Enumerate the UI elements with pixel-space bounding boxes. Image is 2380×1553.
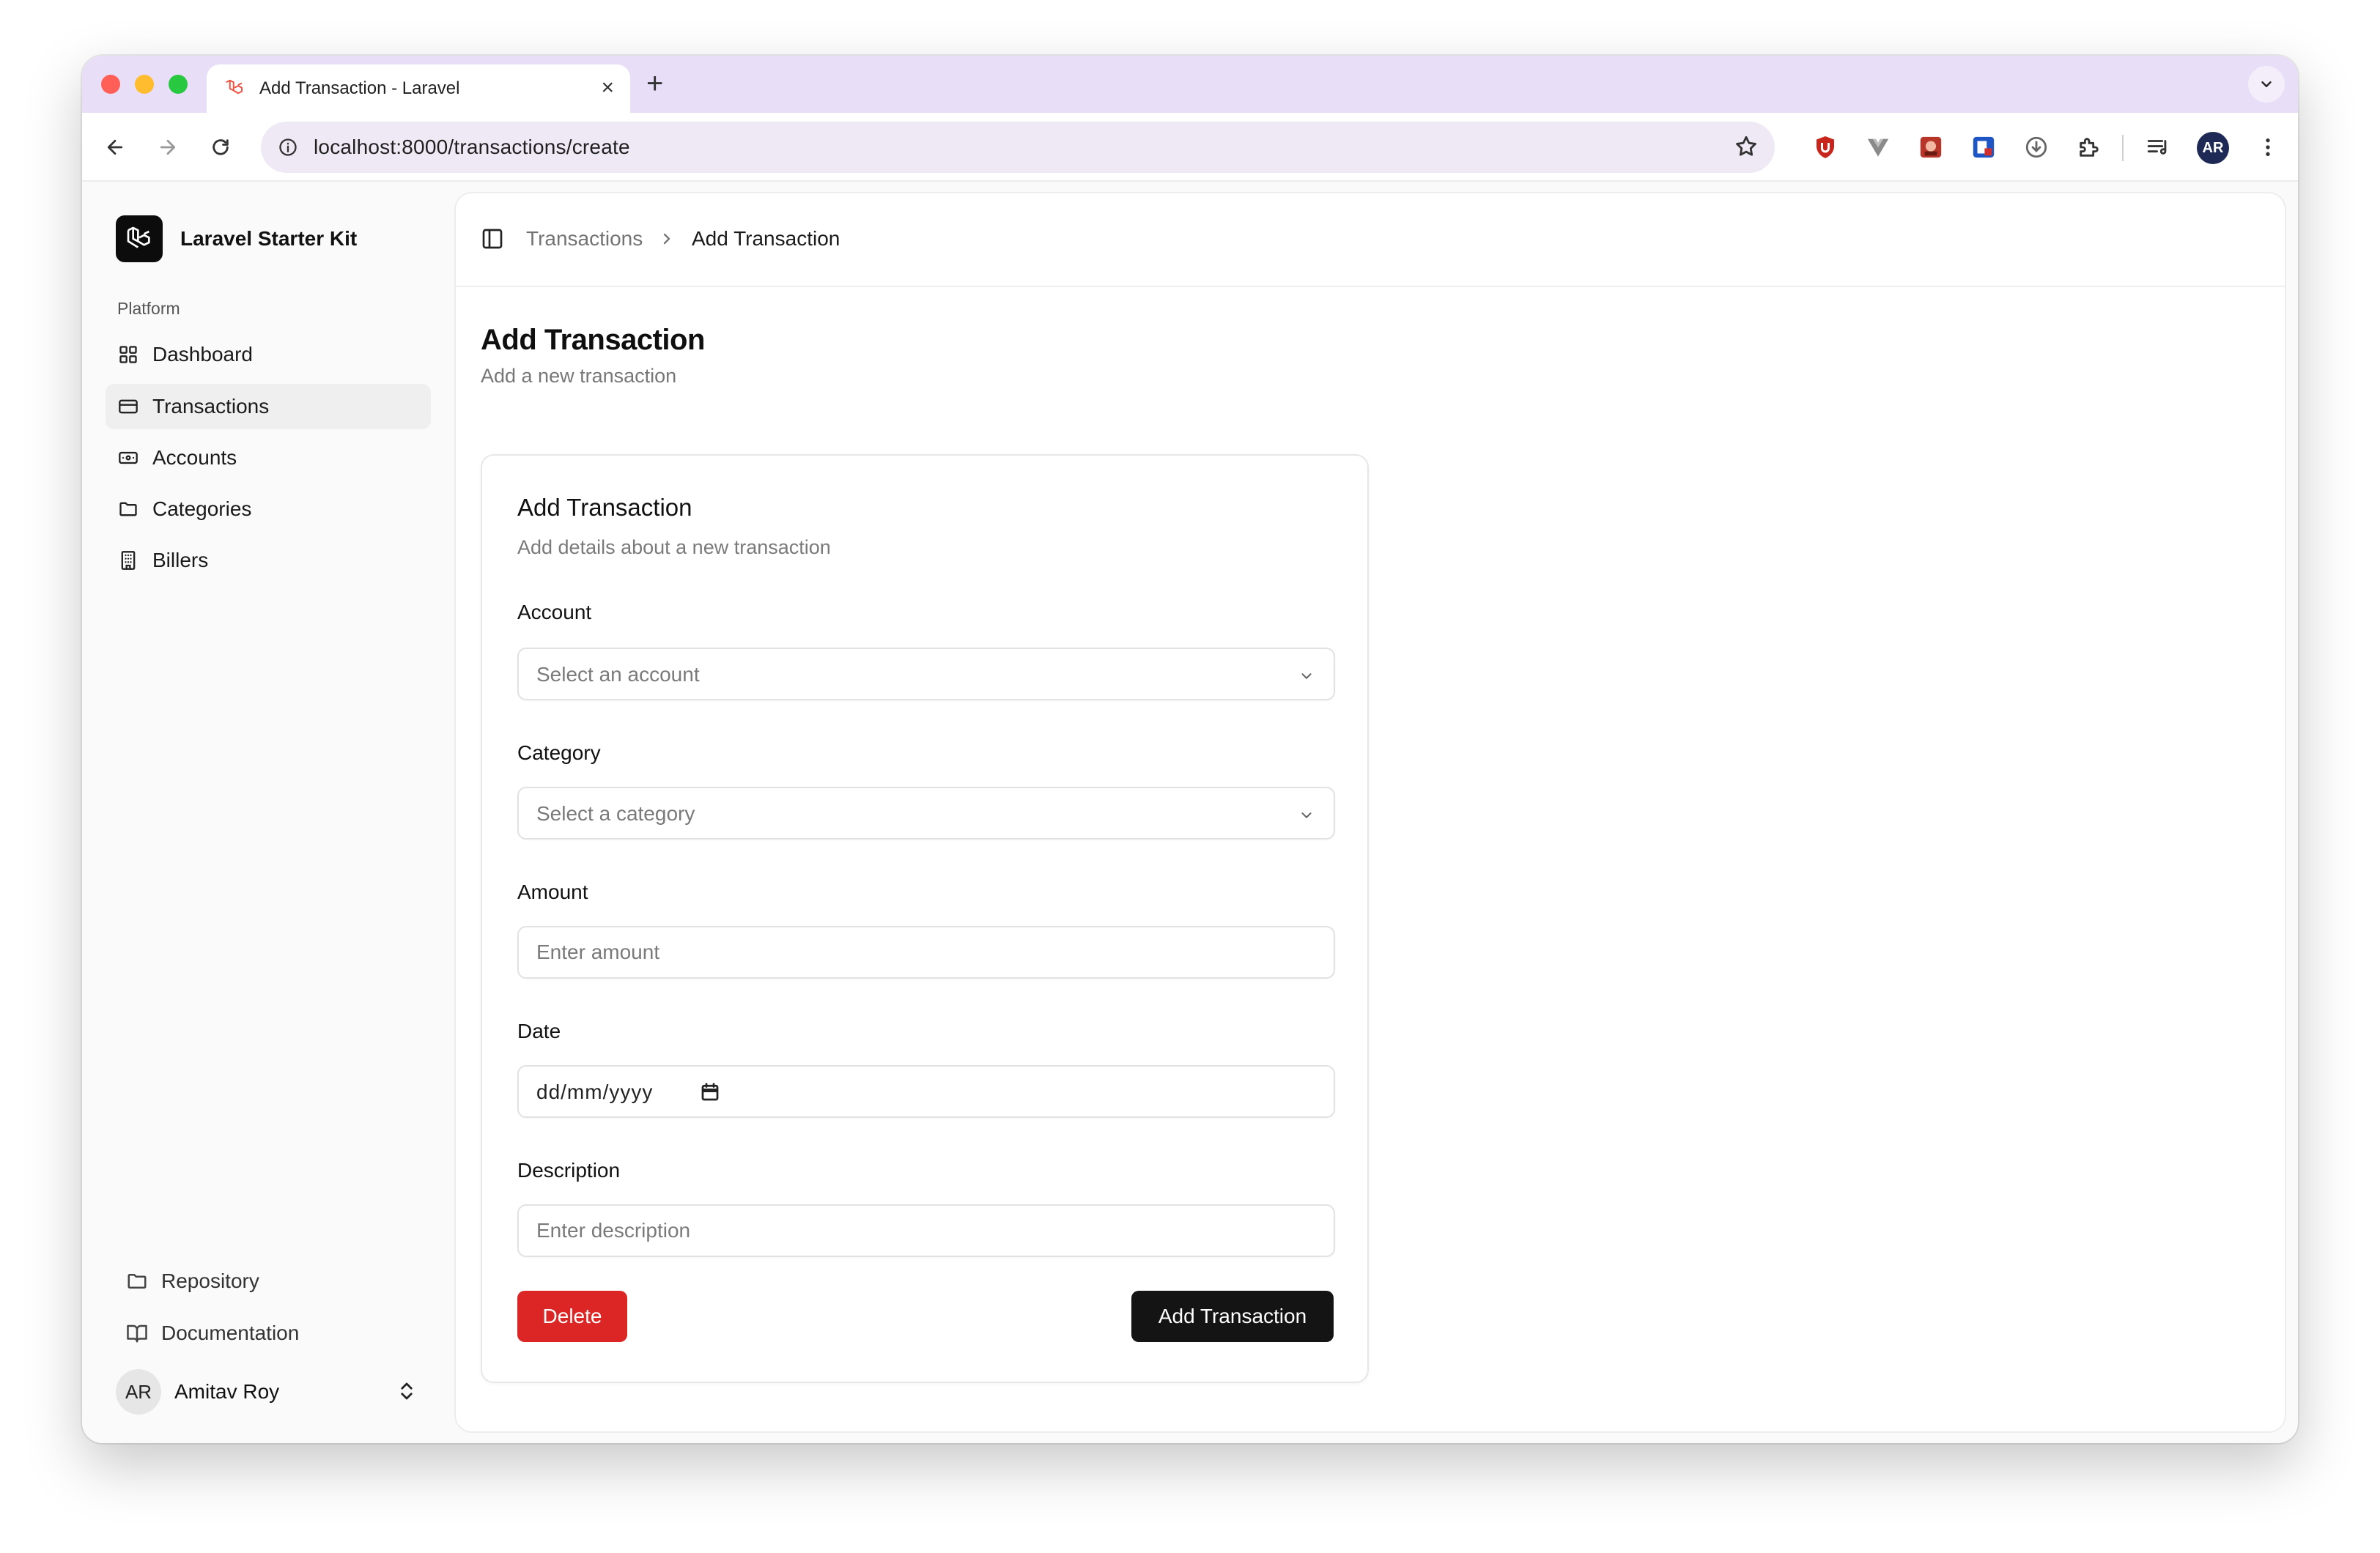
browser-tab[interactable]: Add Transaction - Laravel × — [207, 64, 630, 113]
laravel-logo-icon — [116, 215, 163, 262]
sidebar-toggle-icon[interactable] — [481, 227, 504, 254]
sidebar-link-documentation[interactable]: Documentation — [126, 1315, 299, 1352]
calendar-icon[interactable] — [699, 1081, 721, 1107]
ublock-extension-icon[interactable] — [1810, 132, 1841, 163]
folder-icon — [126, 1270, 148, 1292]
toolbar-separator — [2122, 135, 2124, 161]
section-label-platform: Platform — [117, 299, 180, 318]
sidebar-item-label: Transactions — [152, 395, 270, 418]
description-field[interactable] — [517, 1204, 1335, 1257]
card-title: Add Transaction — [517, 494, 692, 521]
back-button[interactable] — [100, 132, 130, 163]
browser-toolbar: localhost:8000/transactions/create AR — [82, 113, 2298, 182]
amount-field[interactable] — [517, 926, 1335, 979]
breadcrumb-current: Add Transaction — [692, 227, 840, 250]
sidebar-link-repository[interactable]: Repository — [126, 1263, 259, 1300]
book-open-icon — [126, 1322, 148, 1344]
bookmark-star-icon[interactable] — [1734, 134, 1759, 163]
sidebar-item-label: Categories — [152, 497, 252, 520]
breadcrumb-transactions-link[interactable]: Transactions — [526, 227, 643, 251]
tab-close-icon[interactable]: × — [601, 76, 614, 100]
laravel-favicon-icon — [223, 77, 246, 100]
puzzle-extensions-icon[interactable] — [2074, 132, 2104, 163]
card-description: Add details about a new transaction — [517, 536, 831, 558]
chevron-right-icon — [658, 229, 676, 253]
date-input-placeholder: dd/mm/yyyy — [536, 1081, 654, 1103]
chevron-down-icon — [2261, 81, 2272, 87]
tab-title: Add Transaction - Laravel — [259, 78, 460, 98]
credit-card-icon — [117, 396, 139, 418]
account-label: Account — [517, 601, 592, 623]
forward-button[interactable] — [152, 132, 183, 163]
description-input[interactable] — [519, 1206, 1334, 1256]
main-content: Transactions Add Transaction Add Transac… — [456, 193, 2285, 1431]
chevron-down-icon — [1298, 807, 1315, 827]
account-select[interactable]: Select an account — [517, 648, 1335, 700]
sidebar-item-label: Dashboard — [152, 343, 253, 366]
site-info-icon[interactable] — [274, 133, 302, 161]
category-select[interactable]: Select a category — [517, 787, 1335, 839]
reload-button[interactable] — [205, 132, 236, 163]
more-menu-icon[interactable] — [2252, 132, 2283, 163]
arrow-left-icon — [107, 139, 123, 155]
amount-label: Amount — [517, 881, 588, 903]
maximize-window-button[interactable] — [169, 75, 188, 94]
chevrons-up-down-icon — [396, 1380, 418, 1406]
date-label: Date — [517, 1020, 561, 1042]
account-select-placeholder: Select an account — [536, 663, 700, 686]
profile-avatar[interactable]: AR — [2197, 132, 2229, 164]
brand-link[interactable]: Laravel Starter Kit — [116, 215, 357, 262]
reading-list-icon[interactable] — [2143, 132, 2173, 163]
transaction-form-card: Add Transaction Add details about a new … — [481, 454, 1369, 1383]
sidebar-item-billers[interactable]: Billers — [106, 538, 431, 583]
banknote-icon — [117, 447, 139, 469]
arrow-right-icon — [160, 139, 176, 155]
download-extension-icon[interactable] — [2021, 132, 2052, 163]
brand-name: Laravel Starter Kit — [180, 227, 358, 250]
folder-icon — [117, 498, 139, 520]
date-field[interactable]: dd/mm/yyyy — [517, 1065, 1335, 1118]
sidebar-link-label: Documentation — [161, 1322, 300, 1344]
sidebar-item-accounts[interactable]: Accounts — [106, 435, 431, 481]
url-text[interactable]: localhost:8000/transactions/create — [314, 136, 630, 159]
address-bar[interactable]: localhost:8000/transactions/create — [261, 122, 1775, 173]
user-menu[interactable]: AR Amitav Roy — [116, 1365, 424, 1418]
category-label: Category — [517, 741, 601, 764]
user-name: Amitav Roy — [174, 1380, 280, 1403]
delete-button[interactable]: Delete — [517, 1291, 627, 1342]
page-title: Add Transaction — [481, 324, 705, 356]
browser-window: Add Transaction - Laravel × + localhost:… — [82, 56, 2298, 1443]
sidebar-item-label: Billers — [152, 549, 209, 571]
amount-input[interactable] — [519, 927, 1334, 977]
sidebar-link-label: Repository — [161, 1270, 259, 1292]
link-extension-icon[interactable] — [1968, 132, 1999, 163]
category-select-placeholder: Select a category — [536, 802, 695, 825]
reload-icon — [212, 139, 229, 155]
minimize-window-button[interactable] — [135, 75, 154, 94]
breadcrumb: Transactions Add Transaction — [456, 193, 2285, 287]
image-extension-icon[interactable] — [1915, 132, 1946, 163]
chevron-down-icon — [1298, 668, 1315, 688]
new-tab-button[interactable]: + — [646, 69, 663, 98]
app-sidebar: Laravel Starter Kit Platform Dashboard T… — [82, 182, 443, 1443]
close-window-button[interactable] — [101, 75, 120, 94]
sidebar-item-transactions[interactable]: Transactions — [106, 384, 431, 429]
sidebar-item-dashboard[interactable]: Dashboard — [106, 332, 431, 377]
grid-icon — [117, 344, 139, 366]
description-label: Description — [517, 1159, 621, 1182]
vue-devtools-extension-icon[interactable] — [1863, 132, 1893, 163]
page-subtitle: Add a new transaction — [481, 365, 677, 387]
building-icon — [117, 549, 139, 571]
sidebar-item-categories[interactable]: Categories — [106, 486, 431, 532]
tab-bar: Add Transaction - Laravel × + — [82, 56, 2298, 113]
sidebar-item-label: Accounts — [152, 446, 237, 469]
avatar: AR — [116, 1369, 161, 1415]
add-transaction-button[interactable]: Add Transaction — [1131, 1291, 1334, 1342]
tab-search-button[interactable] — [2248, 66, 2285, 103]
